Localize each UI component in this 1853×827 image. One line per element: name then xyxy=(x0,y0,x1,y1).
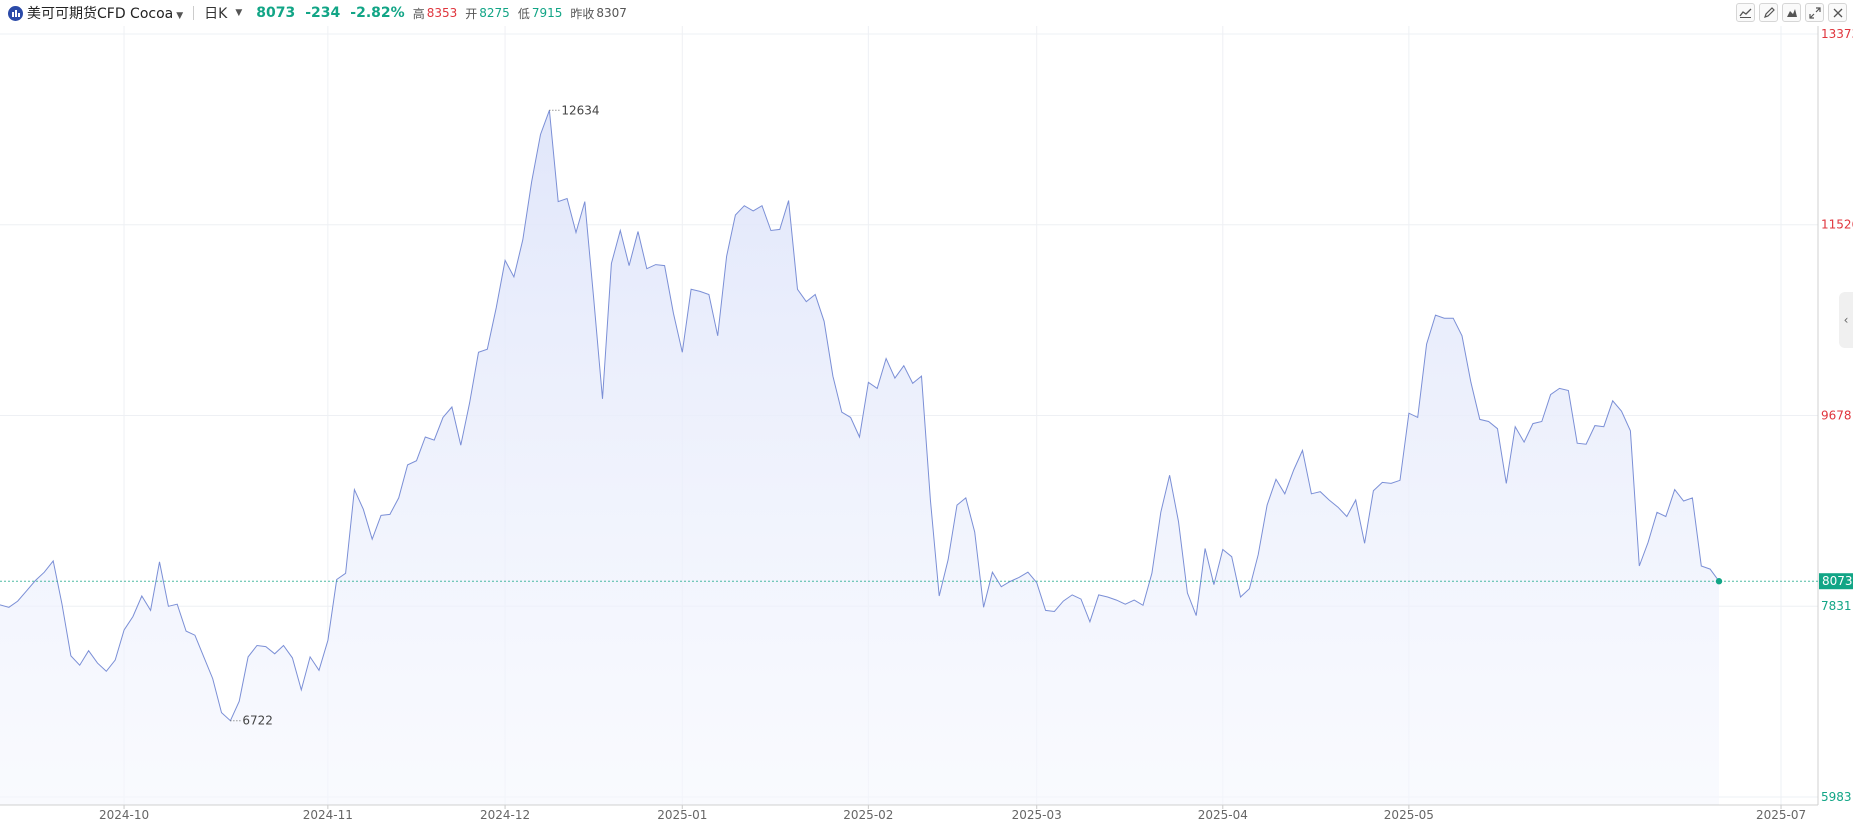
last-price-badge-label: 8073 xyxy=(1822,574,1853,588)
price-chart[interactable]: 2024-10 2024-11 2024-12 2025-01 2025-02 2025-… xyxy=(0,0,1853,827)
x-tick-label: 2025-04 xyxy=(1198,808,1248,822)
x-tick-label: 2025-01 xyxy=(657,808,707,822)
last-price-dot xyxy=(1715,578,1723,585)
price-area-fill xyxy=(0,110,1719,806)
x-tick-label: 2025-07 xyxy=(1756,808,1806,822)
max-value-label: 12634 xyxy=(561,103,599,117)
side-panel-toggle[interactable]: ‹ xyxy=(1839,292,1853,348)
x-tick-label: 2025-02 xyxy=(843,808,893,822)
x-tick-label: 2024-12 xyxy=(480,808,530,822)
chevron-left-icon: ‹ xyxy=(1843,313,1849,327)
price-area xyxy=(0,110,1720,806)
x-tick-label: 2025-03 xyxy=(1012,808,1062,822)
min-value-label: 6722 xyxy=(242,714,273,728)
y-tick-label: 5983 xyxy=(1821,790,1852,804)
y-tick-label: 13373 xyxy=(1821,27,1853,41)
y-tick-label: 7831 xyxy=(1821,599,1852,613)
x-tick-label: 2025-05 xyxy=(1384,808,1434,822)
y-tick-label: 11526 xyxy=(1821,218,1853,232)
x-tick-label: 2024-11 xyxy=(303,808,353,822)
y-tick-label: 9678 xyxy=(1821,409,1852,423)
x-tick-label: 2024-10 xyxy=(99,808,149,822)
